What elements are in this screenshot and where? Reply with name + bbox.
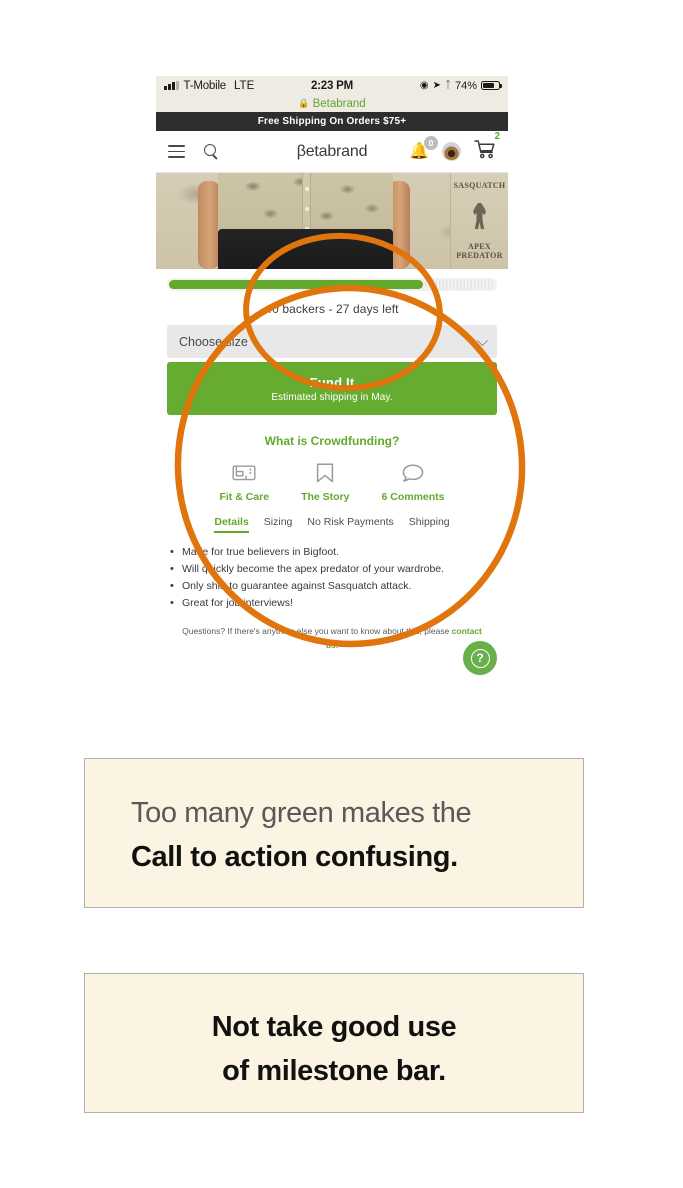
list-item: Made for true believers in Bigfoot. [170,544,497,562]
product-photo[interactable]: SASQUATCH APEX PREDATOR [156,173,508,269]
fund-it-label: Fund It [309,374,355,390]
battery-icon [481,80,502,91]
sewing-machine-icon [232,465,256,481]
bluetooth-icon: ᛏ [444,80,451,91]
clock-icon: ◉ [419,80,429,91]
footnote-text-after: . [335,639,339,650]
chevron-down-icon [476,334,489,346]
notifications-button[interactable]: 🔔 0 [409,135,438,161]
progress-fill [169,280,424,289]
shopping-cart-icon [474,140,495,159]
question-mark-icon: ? [470,648,490,668]
cart-count-badge: 2 [494,131,500,142]
avatar[interactable] [442,142,461,161]
browser-url-bar[interactable]: 🔒 Betabrand [156,95,508,112]
cart-button[interactable]: 2 [474,131,500,164]
questions-footnote: Questions? If there's anything else you … [156,625,508,652]
note-line: Too many green makes the [131,797,472,829]
product-bullet-list: Made for true believers in Bigfoot. Will… [156,544,508,613]
backers-status-text: 40 backers - 27 days left [265,302,399,316]
list-item: Great for job interviews! [170,595,497,613]
promo-banner[interactable]: Free Shipping On Orders $75+ [156,112,508,131]
ios-status-bar: T-Mobile LTE 2:23 PM ◉ ➤ ᛏ 74% [156,76,508,95]
note-line: Not take good use [211,1011,457,1043]
header-right-group: 🔔 0 2 [409,131,500,164]
milestone-progress-bar [167,278,497,291]
note-call-to-action: Too many green makes the Call to action … [84,758,584,908]
fit-and-care-link[interactable]: Fit & Care [219,462,269,503]
status-bar-right: ◉ ➤ ᛏ 74% [419,79,502,92]
notification-count-badge: 0 [424,135,438,150]
screenshot-root: T-Mobile LTE 2:23 PM ◉ ➤ ᛏ 74% 🔒 Betabra… [0,0,683,1188]
shirt-button [305,187,309,191]
progress-remaining [425,280,495,289]
tab-shipping[interactable]: Shipping [409,516,450,533]
site-header: βetabrand 🔔 0 2 [156,131,508,173]
fund-it-button[interactable]: Fund It Estimated shipping in May. [167,362,497,415]
help-button[interactable]: ? [463,641,497,675]
note-milestone-bar: Not take good use of milestone bar. [84,973,584,1113]
model-arm-left [198,181,220,269]
battery-percent-label: 74% [454,79,477,92]
location-arrow-icon: ➤ [432,80,441,91]
size-select-value: Choose size [179,334,248,349]
model-pants [218,229,393,269]
poster-subtitle: APEX PREDATOR [456,242,503,260]
bigfoot-silhouette-icon [473,203,486,229]
list-item: Only shirt to guarantee against Sasquatc… [170,578,497,596]
note-line: of milestone bar. [222,1055,446,1088]
info-icon-row: Fit & Care The Story 6 Comments [156,462,508,503]
shirt-button [305,207,309,211]
the-story-label: The Story [301,491,350,503]
fit-and-care-label: Fit & Care [219,491,270,503]
lock-icon: 🔒 [298,98,310,108]
phone-screenshot: T-Mobile LTE 2:23 PM ◉ ➤ ᛏ 74% 🔒 Betabra… [156,76,508,694]
comments-label: 6 Comments [381,491,445,503]
fund-it-sublabel: Estimated shipping in May. [271,391,393,403]
what-is-crowdfunding-link[interactable]: What is Crowdfunding? [167,434,497,448]
funding-block: 40 backers - 27 days left Choose size Fu… [156,269,508,448]
poster-title: SASQUATCH [453,181,506,190]
tab-no-risk-payments[interactable]: No Risk Payments [307,516,393,533]
comments-link[interactable]: 6 Comments [382,462,445,503]
url-domain-label: Betabrand [312,97,366,110]
detail-tabs: Details Sizing No Risk Payments Shipping [156,516,508,533]
note-line: Call to action confusing. [131,841,458,874]
speech-bubble-icon [402,464,424,482]
tab-details[interactable]: Details [214,516,250,533]
promo-banner-text: Free Shipping On Orders $75+ [257,116,407,127]
tab-sizing[interactable]: Sizing [264,516,293,533]
the-story-link[interactable]: The Story [301,462,350,503]
list-item: Will quickly become the apex predator of… [170,561,497,579]
bookmark-icon [317,463,334,483]
footnote-text-before: Questions? If there's anything else you … [182,626,452,636]
sasquatch-poster: SASQUATCH APEX PREDATOR [450,173,508,269]
size-select[interactable]: Choose size [167,325,497,358]
